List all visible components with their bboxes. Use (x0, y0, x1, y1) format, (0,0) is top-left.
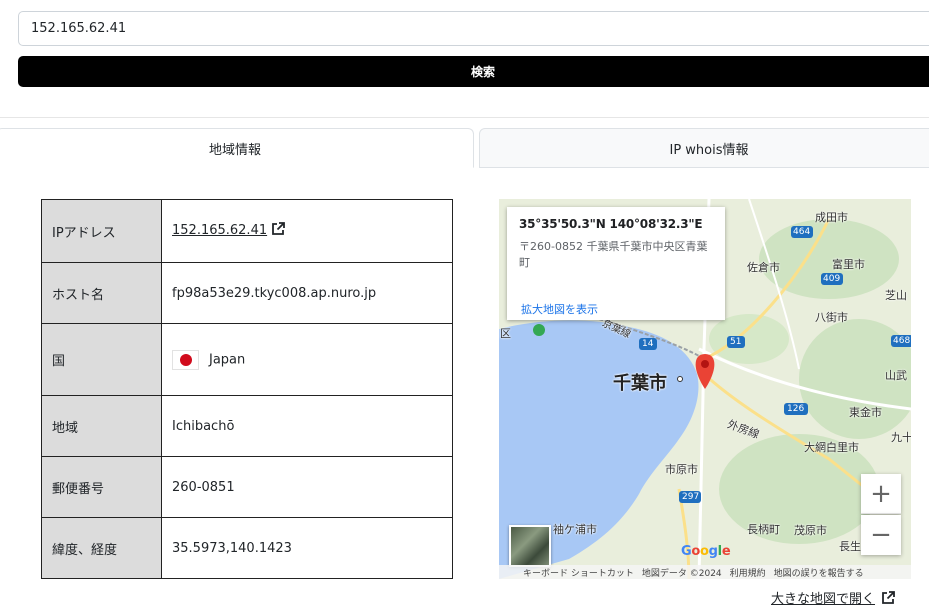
row-label: 地域 (41, 395, 162, 457)
place-label: 大網白里市 (804, 441, 859, 454)
place-label: 佐倉市 (747, 261, 780, 274)
ip-address-link[interactable]: 152.165.62.41 (172, 223, 267, 238)
table-row: 緯度、経度 35.5973,140.1423 (41, 517, 453, 579)
table-row: IPアドレス 152.165.62.41 (41, 199, 453, 263)
google-logo: Google (681, 544, 731, 559)
road-number: 126 (787, 404, 805, 414)
keyboard-shortcuts-link[interactable]: キーボード ショートカット (523, 566, 634, 579)
row-label: ホスト名 (41, 262, 162, 324)
place-label: 成田市 (815, 211, 848, 224)
ip-info-table: IPアドレス 152.165.62.41 ホスト名 fp98a53e29.tky… (41, 199, 453, 579)
place-label: 長柄町 (747, 523, 780, 536)
row-label: 国 (41, 323, 162, 396)
road-number: 468 (893, 336, 911, 346)
map-attribution-bar: キーボード ショートカット 地図データ ©2024 利用規約 地図の誤りを報告す… (499, 565, 911, 579)
table-row: 地域 Ichibachō (41, 395, 453, 457)
row-label: IPアドレス (41, 199, 162, 263)
place-label: 東金市 (849, 406, 882, 419)
place-label: 袖ケ浦市 (553, 523, 597, 536)
road-number: 51 (730, 337, 742, 347)
place-label: 富里市 (832, 258, 865, 271)
road-number: 464 (793, 227, 811, 237)
road-number: 297 (682, 492, 700, 502)
zoom-in-button[interactable]: + (861, 474, 901, 514)
place-label: 茂原市 (794, 524, 827, 537)
country-name: Japan (209, 352, 246, 367)
open-large-map-link[interactable]: 大きな地図で開く (771, 588, 895, 607)
coordinates-text: 35°35'50.3"N 140°08'32.3"E (519, 217, 703, 231)
place-label: 九十 (891, 431, 911, 444)
open-large-map-label: 大きな地図で開く (771, 592, 876, 607)
place-label: 八街市 (815, 311, 848, 324)
region-value: Ichibachō (161, 395, 453, 457)
place-label: 長生 (839, 540, 861, 553)
place-label: 区 (500, 327, 511, 340)
zoom-out-button[interactable]: − (861, 515, 901, 555)
table-row: 国 Japan (41, 323, 453, 396)
search-button[interactable]: 検索 (18, 56, 929, 87)
external-link-icon (882, 590, 895, 604)
japan-flag-icon (172, 349, 199, 370)
place-label: 山武 (885, 369, 907, 382)
lat-long-value: 35.5973,140.1423 (161, 517, 453, 579)
table-row: ホスト名 fp98a53e29.tkyc008.ap.nuro.jp (41, 262, 453, 324)
tab-region-info[interactable]: 地域情報 (0, 128, 474, 168)
postal-code-value: 260-0851 (161, 456, 453, 518)
country-value: Japan (161, 323, 453, 396)
external-link-icon[interactable] (271, 222, 286, 240)
ip-search-input[interactable] (18, 11, 929, 46)
row-value: 152.165.62.41 (161, 199, 453, 263)
hostname-value: fp98a53e29.tkyc008.ap.nuro.jp (161, 262, 453, 324)
satellite-view-toggle[interactable] (509, 525, 551, 567)
enlarge-map-link[interactable]: 拡大地図を表示 (521, 301, 598, 317)
road-number: 409 (823, 274, 841, 284)
table-row: 郵便番号 260-0851 (41, 456, 453, 518)
place-label: 芝山 (885, 289, 907, 302)
road-number: 14 (642, 339, 654, 349)
map-data-credit: 地図データ ©2024 (641, 568, 722, 579)
tab-ip-whois[interactable]: IP whois情報 (479, 128, 929, 168)
section-divider (0, 117, 929, 118)
report-error-link[interactable]: 地図の誤りを報告する (774, 566, 864, 579)
embedded-map[interactable]: 464 409 51 14 126 297 468 成田市 佐倉市 富里市 八街… (499, 199, 911, 579)
place-label: 市原市 (665, 463, 698, 476)
location-info-card: 35°35'50.3"N 140°08'32.3"E 〒260-0852 千葉県… (507, 207, 725, 320)
chiba-city-label: 千葉市 (613, 373, 667, 394)
row-label: 郵便番号 (41, 456, 162, 518)
row-label: 緯度、経度 (41, 517, 162, 579)
terms-link[interactable]: 利用規約 (730, 566, 766, 579)
address-text: 〒260-0852 千葉県千葉市中央区青葉町 (519, 240, 708, 269)
